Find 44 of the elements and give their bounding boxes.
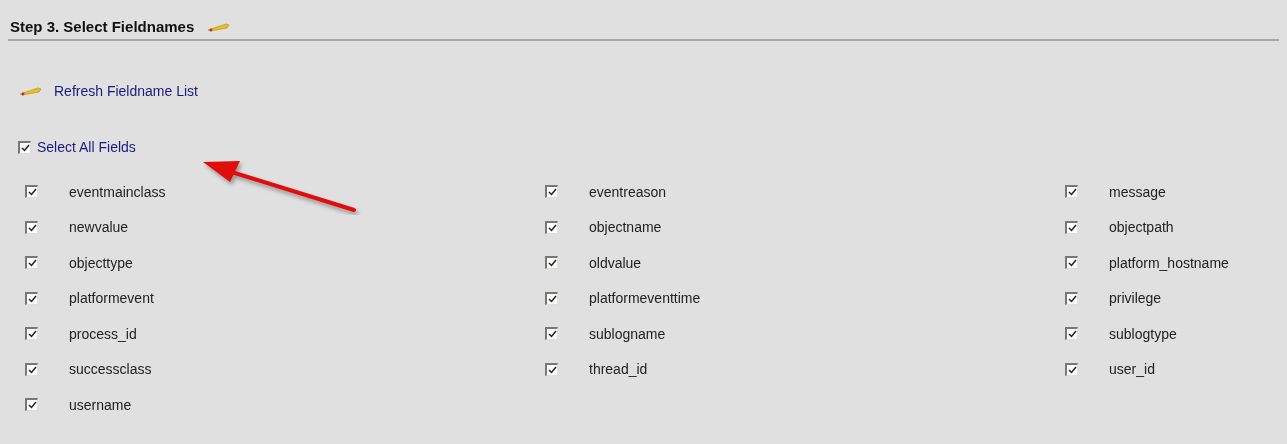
checkbox[interactable] bbox=[25, 256, 38, 269]
checkbox[interactable] bbox=[1065, 291, 1078, 305]
field-label: message bbox=[1109, 183, 1166, 200]
checkbox[interactable] bbox=[25, 220, 38, 234]
select-all-link[interactable]: Select All Fields bbox=[37, 139, 136, 155]
field-label: objectname bbox=[589, 219, 662, 235]
field-label: oldvalue bbox=[589, 254, 642, 271]
refresh-link[interactable]: Refresh Fieldname List bbox=[54, 83, 198, 99]
checkbox[interactable] bbox=[545, 220, 558, 234]
field-label: platformeventtime bbox=[589, 290, 701, 306]
checkbox[interactable] bbox=[25, 362, 38, 376]
checkbox[interactable] bbox=[18, 140, 31, 154]
checkbox[interactable] bbox=[1065, 185, 1078, 198]
checkbox[interactable] bbox=[1065, 220, 1078, 234]
checkbox[interactable] bbox=[545, 327, 558, 340]
pencil-icon bbox=[206, 21, 231, 32]
field-label: sublogname bbox=[589, 325, 666, 342]
checkbox[interactable] bbox=[25, 291, 38, 305]
field-label: process_id bbox=[69, 325, 137, 342]
checkbox[interactable] bbox=[545, 291, 558, 305]
field-label: thread_id bbox=[589, 361, 648, 377]
field-label: username bbox=[69, 396, 132, 413]
field-label: objecttype bbox=[69, 254, 133, 271]
field-label: platformevent bbox=[69, 290, 154, 306]
checkbox[interactable] bbox=[1065, 327, 1078, 340]
checkbox[interactable] bbox=[545, 362, 558, 376]
field-label: newvalue bbox=[69, 219, 129, 235]
field-label: eventreason bbox=[589, 183, 667, 200]
checkbox[interactable] bbox=[1065, 362, 1078, 376]
field-label: successclass bbox=[69, 361, 152, 377]
field-label: platform_hostname bbox=[1109, 254, 1229, 271]
checkbox[interactable] bbox=[25, 185, 38, 198]
field-label: eventmainclass bbox=[69, 183, 166, 200]
checkbox[interactable] bbox=[25, 398, 38, 411]
pencil-icon bbox=[18, 86, 42, 96]
checkbox[interactable] bbox=[25, 327, 38, 340]
checkbox[interactable] bbox=[545, 185, 558, 198]
field-label: sublogtype bbox=[1109, 325, 1177, 342]
section-title: Step 3. Select Fieldnames bbox=[10, 18, 195, 35]
field-label: privilege bbox=[1109, 290, 1162, 306]
field-label: objectpath bbox=[1109, 219, 1174, 235]
field-label: user_id bbox=[1109, 361, 1155, 377]
checkbox[interactable] bbox=[545, 256, 558, 269]
checkbox[interactable] bbox=[1065, 256, 1078, 269]
